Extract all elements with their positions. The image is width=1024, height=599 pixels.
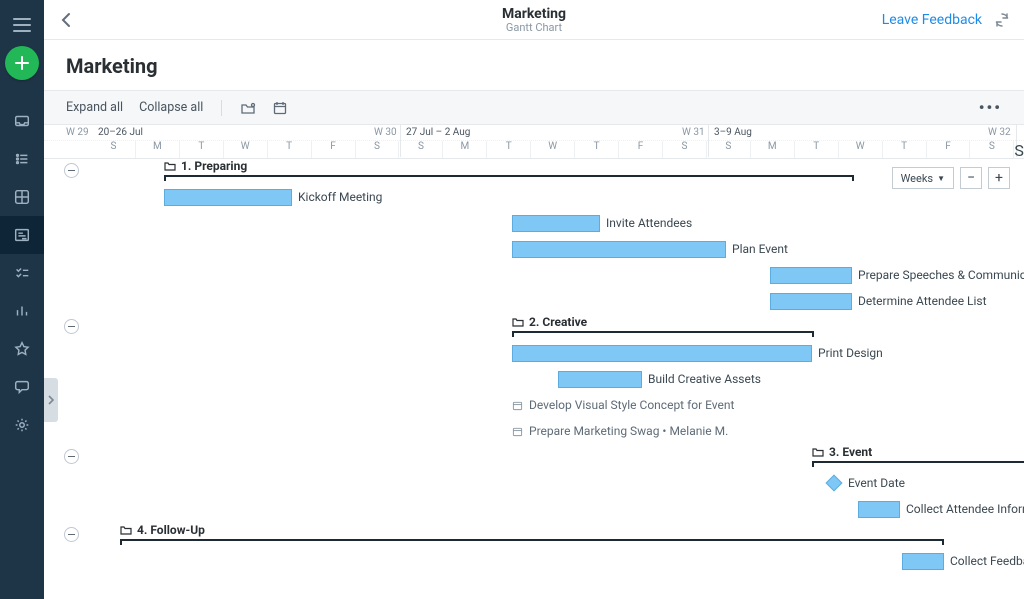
section-title: 4. Follow-Up: [137, 523, 205, 537]
collapse-toggle[interactable]: [64, 449, 79, 464]
toolbar: Expand all Collapse all •••: [44, 90, 1024, 125]
section-row: 1. Preparing: [92, 159, 1024, 185]
task-label: Kickoff Meeting: [298, 190, 382, 204]
day-header: T: [574, 141, 618, 158]
day-header: F: [618, 141, 662, 158]
header-title: Marketing: [44, 6, 1024, 22]
week-range: 3–9 Aug: [714, 127, 752, 138]
task-row[interactable]: Collect Attendee Information: [92, 497, 1024, 523]
timeline-header: W 29 20–26 Jul W 30 27 Jul – 2 Aug W 31 3–9…: [44, 125, 1024, 159]
sidebar-item-inbox[interactable]: [0, 102, 44, 140]
day-header: S: [969, 141, 1013, 158]
task-row[interactable]: Prepare Marketing Swag • Melanie M.: [92, 419, 1024, 445]
day-header: W: [530, 141, 574, 158]
section-title: 3. Event: [829, 445, 872, 459]
task-label: Event Date: [848, 476, 905, 490]
add-button[interactable]: [5, 46, 39, 80]
day-header: F: [926, 141, 970, 158]
expand-all-button[interactable]: Expand all: [66, 100, 123, 115]
header: Marketing Gantt Chart Leave Feedback: [44, 0, 1024, 40]
sync-icon[interactable]: [994, 12, 1010, 28]
task-row[interactable]: Kickoff Meeting: [92, 185, 1024, 211]
week-range: 20–26 Jul: [98, 127, 143, 138]
task-row[interactable]: Print Design: [92, 341, 1024, 367]
more-button[interactable]: •••: [979, 98, 1002, 117]
sidebar-item-board[interactable]: [0, 178, 44, 216]
back-icon[interactable]: [58, 11, 76, 29]
day-header: M: [135, 141, 179, 158]
sidebar-item-checklist[interactable]: [0, 254, 44, 292]
day-header: S: [662, 141, 706, 158]
day-header: W: [223, 141, 267, 158]
section-row: 2. Creative: [92, 315, 1024, 341]
folder-icon: [164, 160, 176, 172]
task-label: Print Design: [818, 346, 883, 360]
task-label: Collect Feedback: [950, 554, 1024, 568]
section-row: 3. Event: [92, 445, 1024, 471]
task-row[interactable]: Collect Feedback: [92, 549, 1024, 575]
week-label: W 30: [374, 127, 397, 138]
day-header: S: [355, 141, 399, 158]
section-row: 4. Follow-Up: [92, 523, 1024, 549]
week-range: 27 Jul – 2 Aug: [406, 127, 470, 138]
task-label: Develop Visual Style Concept for Event: [529, 398, 734, 412]
sidebar-item-starred[interactable]: [0, 330, 44, 368]
header-subtitle: Gantt Chart: [44, 21, 1024, 34]
week-label: W 32: [988, 127, 1011, 138]
task-row[interactable]: Prepare Speeches & Communication Strateg…: [92, 263, 1024, 289]
folder-settings-icon[interactable]: [240, 100, 256, 116]
day-header: M: [750, 141, 794, 158]
folder-icon: [512, 316, 524, 328]
day-header: T: [486, 141, 530, 158]
calendar-icon: [512, 426, 523, 437]
week-label: W 31: [682, 127, 705, 138]
task-label: Build Creative Assets: [648, 372, 761, 386]
day-header: T: [794, 141, 838, 158]
feedback-link[interactable]: Leave Feedback: [882, 12, 982, 28]
day-header: S: [398, 141, 442, 158]
day-header: S: [706, 141, 750, 158]
folder-icon: [812, 446, 824, 458]
task-row[interactable]: Event Date: [92, 471, 1024, 497]
task-row[interactable]: Determine Attendee List: [92, 289, 1024, 315]
menu-icon[interactable]: [13, 18, 31, 32]
day-header: F: [311, 141, 355, 158]
sidebar-item-gantt[interactable]: [0, 216, 44, 254]
folder-icon: [120, 524, 132, 536]
collapse-toggle[interactable]: [64, 163, 79, 178]
day-header: T: [882, 141, 926, 158]
sidebar-item-list[interactable]: [0, 140, 44, 178]
day-header: T: [179, 141, 223, 158]
day-header: S: [92, 141, 135, 158]
task-row[interactable]: Plan Event: [92, 237, 1024, 263]
task-label: Collect Attendee Information: [906, 502, 1024, 516]
gantt-chart[interactable]: Weeks▼ − + 1. Preparing Kickoff Meeting: [44, 159, 1024, 599]
section-title: 1. Preparing: [181, 159, 247, 173]
task-label: Prepare Speeches & Communication Strateg…: [858, 268, 1024, 282]
today-icon[interactable]: [272, 100, 288, 116]
task-row[interactable]: Invite Attendees: [92, 211, 1024, 237]
day-header: T: [267, 141, 311, 158]
left-sidebar: [0, 0, 44, 599]
page-title: Marketing: [44, 40, 1024, 90]
task-row[interactable]: Develop Visual Style Concept for Event: [92, 393, 1024, 419]
collapse-all-button[interactable]: Collapse all: [139, 100, 203, 115]
task-label: Determine Attendee List: [858, 294, 987, 308]
day-header: W: [838, 141, 882, 158]
collapse-toggle[interactable]: [64, 527, 79, 542]
task-label: Prepare Marketing Swag • Melanie M.: [529, 424, 728, 438]
sidebar-item-chat[interactable]: [0, 368, 44, 406]
section-title: 2. Creative: [529, 315, 587, 329]
task-label: Invite Attendees: [606, 216, 692, 230]
day-header: S: [1013, 141, 1024, 158]
day-header: M: [442, 141, 486, 158]
plus-icon: [14, 55, 30, 71]
task-label: Plan Event: [732, 242, 788, 256]
task-row[interactable]: Build Creative Assets: [92, 367, 1024, 393]
sidebar-item-settings[interactable]: [0, 406, 44, 444]
week-label: W 29: [66, 127, 89, 138]
collapse-toggle[interactable]: [64, 319, 79, 334]
sidebar-item-analytics[interactable]: [0, 292, 44, 330]
calendar-icon: [512, 400, 523, 411]
